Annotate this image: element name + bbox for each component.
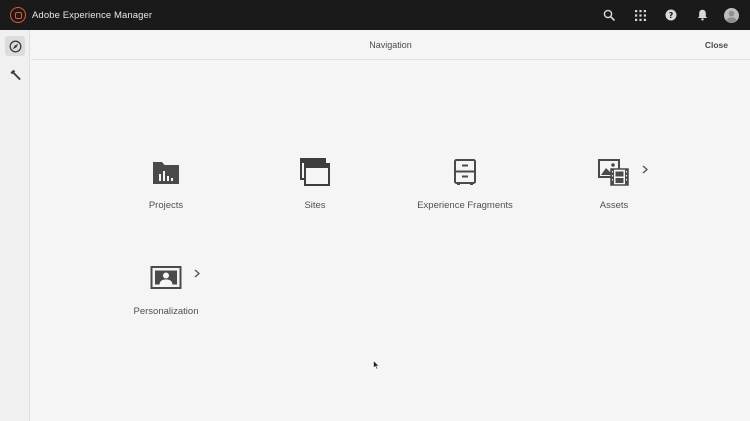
- app-title[interactable]: Adobe Experience Manager: [32, 10, 152, 21]
- tile-projects[interactable]: Projects: [106, 155, 226, 225]
- tile-label: Sites: [304, 200, 326, 211]
- search-icon[interactable]: [601, 7, 617, 23]
- tile-label: Experience Fragments: [417, 200, 513, 211]
- user-avatar[interactable]: [724, 7, 739, 23]
- notifications-bell-icon[interactable]: [694, 7, 710, 23]
- assets-media-icon: [598, 159, 629, 186]
- personalization-user-screen-icon: [150, 266, 182, 289]
- chevron-right-icon: [642, 165, 648, 174]
- tile-experience-fragments[interactable]: Experience Fragments: [405, 155, 525, 225]
- tile-label: Projects: [148, 200, 184, 211]
- adobe-logo-icon[interactable]: [10, 7, 26, 23]
- tile-personalization[interactable]: Personalization: [106, 261, 226, 331]
- projects-folder-icon: [153, 162, 179, 184]
- mouse-cursor-icon: [373, 357, 380, 375]
- chevron-right-icon: [194, 269, 200, 278]
- sites-windows-icon: [300, 158, 330, 186]
- close-button[interactable]: Close: [705, 30, 728, 60]
- tools-hammer-icon[interactable]: [5, 65, 25, 85]
- apps-grid-icon[interactable]: [632, 7, 648, 23]
- svg-text:?: ?: [669, 11, 674, 20]
- top-bar-actions: ?: [586, 0, 750, 30]
- tile-sites[interactable]: Sites: [255, 155, 375, 225]
- left-rail: [0, 30, 30, 421]
- navigation-header: Navigation Close: [31, 30, 750, 60]
- tile-label: Personalization: [133, 306, 199, 317]
- page-title: Navigation: [369, 40, 412, 50]
- top-bar: Adobe Experience Manager ?: [0, 0, 750, 30]
- help-icon[interactable]: ?: [663, 7, 679, 23]
- navigation-compass-icon[interactable]: [5, 36, 25, 56]
- tile-assets[interactable]: Assets: [554, 155, 674, 225]
- tile-label: Assets: [599, 200, 629, 211]
- experience-fragments-cabinet-icon: [454, 159, 476, 185]
